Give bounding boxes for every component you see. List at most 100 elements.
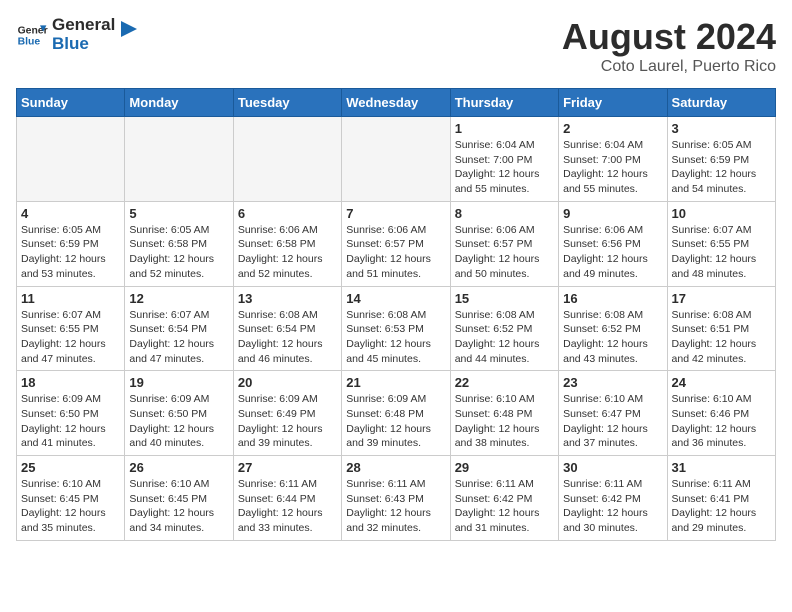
calendar-cell xyxy=(17,117,125,202)
day-number: 11 xyxy=(21,291,120,306)
calendar-cell: 31Sunrise: 6:11 AM Sunset: 6:41 PM Dayli… xyxy=(667,456,775,541)
day-info: Sunrise: 6:10 AM Sunset: 6:45 PM Dayligh… xyxy=(21,477,120,536)
calendar-cell xyxy=(125,117,233,202)
day-info: Sunrise: 6:11 AM Sunset: 6:41 PM Dayligh… xyxy=(672,477,771,536)
day-number: 13 xyxy=(238,291,337,306)
calendar-cell: 18 Sunrise: 6:09 AM Sunset: 6:50 PM Dayli… xyxy=(17,371,125,456)
calendar-cell: 20Sunrise: 6:09 AM Sunset: 6:49 PM Dayli… xyxy=(233,371,341,456)
weekday-header-row: SundayMondayTuesdayWednesdayThursdayFrid… xyxy=(17,89,776,117)
calendar-cell: 26 Sunrise: 6:10 AM Sunset: 6:45 PM Dayli… xyxy=(125,456,233,541)
calendar-cell xyxy=(233,117,341,202)
calendar-cell: 9 Sunrise: 6:06 AM Sunset: 6:56 PM Daylig… xyxy=(559,201,667,286)
day-number: 28 xyxy=(346,460,445,475)
day-number: 10 xyxy=(672,206,771,221)
day-number: 24 xyxy=(672,375,771,390)
calendar: SundayMondayTuesdayWednesdayThursdayFrid… xyxy=(16,88,776,541)
day-number: 9 xyxy=(563,206,662,221)
calendar-cell: 8 Sunrise: 6:06 AM Sunset: 6:57 PM Daylig… xyxy=(450,201,558,286)
calendar-cell: 22 Sunrise: 6:10 AM Sunset: 6:48 PM Dayli… xyxy=(450,371,558,456)
day-info: Sunrise: 6:09 AM Sunset: 6:49 PM Dayligh… xyxy=(238,392,337,451)
weekday-header-thursday: Thursday xyxy=(450,89,558,117)
month-year: August 2024 xyxy=(562,16,776,58)
day-number: 25 xyxy=(21,460,120,475)
day-info: Sunrise: 6:09 AM Sunset: 6:50 PM Dayligh… xyxy=(21,392,120,451)
day-info: Sunrise: 6:08 AM Sunset: 6:54 PM Dayligh… xyxy=(238,308,337,367)
calendar-cell: 21 Sunrise: 6:09 AM Sunset: 6:48 PM Dayli… xyxy=(342,371,450,456)
calendar-cell: 23Sunrise: 6:10 AM Sunset: 6:47 PM Dayli… xyxy=(559,371,667,456)
calendar-cell: 6Sunrise: 6:06 AM Sunset: 6:58 PM Daylig… xyxy=(233,201,341,286)
day-number: 21 xyxy=(346,375,445,390)
day-number: 1 xyxy=(455,121,554,136)
logo-flag-icon xyxy=(119,21,139,49)
logo: General Blue General Blue xyxy=(16,16,139,53)
calendar-cell: 15 Sunrise: 6:08 AM Sunset: 6:52 PM Dayli… xyxy=(450,286,558,371)
week-row-5: 25 Sunrise: 6:10 AM Sunset: 6:45 PM Dayli… xyxy=(17,456,776,541)
weekday-header-monday: Monday xyxy=(125,89,233,117)
calendar-cell: 4 Sunrise: 6:05 AM Sunset: 6:59 PM Daylig… xyxy=(17,201,125,286)
day-number: 23 xyxy=(563,375,662,390)
day-info: Sunrise: 6:05 AM Sunset: 6:58 PM Dayligh… xyxy=(129,223,228,282)
day-number: 17 xyxy=(672,291,771,306)
calendar-cell: 29 Sunrise: 6:11 AM Sunset: 6:42 PM Dayli… xyxy=(450,456,558,541)
calendar-cell: 16Sunrise: 6:08 AM Sunset: 6:52 PM Dayli… xyxy=(559,286,667,371)
day-number: 18 xyxy=(21,375,120,390)
day-info: Sunrise: 6:11 AM Sunset: 6:44 PM Dayligh… xyxy=(238,477,337,536)
weekday-header-wednesday: Wednesday xyxy=(342,89,450,117)
day-info: Sunrise: 6:06 AM Sunset: 6:58 PM Dayligh… xyxy=(238,223,337,282)
weekday-header-sunday: Sunday xyxy=(17,89,125,117)
day-info: Sunrise: 6:09 AM Sunset: 6:48 PM Dayligh… xyxy=(346,392,445,451)
calendar-cell: 3 Sunrise: 6:05 AM Sunset: 6:59 PM Daylig… xyxy=(667,117,775,202)
week-row-4: 18 Sunrise: 6:09 AM Sunset: 6:50 PM Dayli… xyxy=(17,371,776,456)
day-info: Sunrise: 6:10 AM Sunset: 6:48 PM Dayligh… xyxy=(455,392,554,451)
calendar-cell: 28 Sunrise: 6:11 AM Sunset: 6:43 PM Dayli… xyxy=(342,456,450,541)
day-number: 4 xyxy=(21,206,120,221)
header: General Blue General Blue August 2024 Co… xyxy=(16,16,776,76)
day-info: Sunrise: 6:09 AM Sunset: 6:50 PM Dayligh… xyxy=(129,392,228,451)
logo-blue: Blue xyxy=(52,35,115,54)
day-info: Sunrise: 6:11 AM Sunset: 6:43 PM Dayligh… xyxy=(346,477,445,536)
day-number: 3 xyxy=(672,121,771,136)
day-info: Sunrise: 6:10 AM Sunset: 6:45 PM Dayligh… xyxy=(129,477,228,536)
calendar-cell: 2Sunrise: 6:04 AM Sunset: 7:00 PM Daylig… xyxy=(559,117,667,202)
day-number: 27 xyxy=(238,460,337,475)
week-row-1: 1 Sunrise: 6:04 AM Sunset: 7:00 PM Daylig… xyxy=(17,117,776,202)
day-info: Sunrise: 6:05 AM Sunset: 6:59 PM Dayligh… xyxy=(21,223,120,282)
day-number: 30 xyxy=(563,460,662,475)
day-info: Sunrise: 6:06 AM Sunset: 6:56 PM Dayligh… xyxy=(563,223,662,282)
day-info: Sunrise: 6:07 AM Sunset: 6:55 PM Dayligh… xyxy=(672,223,771,282)
day-info: Sunrise: 6:04 AM Sunset: 7:00 PM Dayligh… xyxy=(455,138,554,197)
svg-text:Blue: Blue xyxy=(18,36,41,47)
day-number: 15 xyxy=(455,291,554,306)
day-number: 22 xyxy=(455,375,554,390)
calendar-cell: 27 Sunrise: 6:11 AM Sunset: 6:44 PM Dayli… xyxy=(233,456,341,541)
calendar-cell: 10 Sunrise: 6:07 AM Sunset: 6:55 PM Dayli… xyxy=(667,201,775,286)
calendar-cell: 17 Sunrise: 6:08 AM Sunset: 6:51 PM Dayli… xyxy=(667,286,775,371)
day-info: Sunrise: 6:05 AM Sunset: 6:59 PM Dayligh… xyxy=(672,138,771,197)
location: Coto Laurel, Puerto Rico xyxy=(562,58,776,76)
logo-general: General xyxy=(52,16,115,35)
day-number: 29 xyxy=(455,460,554,475)
week-row-3: 11 Sunrise: 6:07 AM Sunset: 6:55 PM Dayli… xyxy=(17,286,776,371)
calendar-cell: 25 Sunrise: 6:10 AM Sunset: 6:45 PM Dayli… xyxy=(17,456,125,541)
calendar-cell: 24Sunrise: 6:10 AM Sunset: 6:46 PM Dayli… xyxy=(667,371,775,456)
weekday-header-friday: Friday xyxy=(559,89,667,117)
calendar-cell: 7Sunrise: 6:06 AM Sunset: 6:57 PM Daylig… xyxy=(342,201,450,286)
calendar-cell: 5Sunrise: 6:05 AM Sunset: 6:58 PM Daylig… xyxy=(125,201,233,286)
title-area: August 2024 Coto Laurel, Puerto Rico xyxy=(562,16,776,76)
day-info: Sunrise: 6:11 AM Sunset: 6:42 PM Dayligh… xyxy=(563,477,662,536)
day-number: 8 xyxy=(455,206,554,221)
day-info: Sunrise: 6:07 AM Sunset: 6:55 PM Dayligh… xyxy=(21,308,120,367)
day-number: 7 xyxy=(346,206,445,221)
day-number: 26 xyxy=(129,460,228,475)
day-info: Sunrise: 6:08 AM Sunset: 6:53 PM Dayligh… xyxy=(346,308,445,367)
day-info: Sunrise: 6:06 AM Sunset: 6:57 PM Dayligh… xyxy=(455,223,554,282)
day-info: Sunrise: 6:11 AM Sunset: 6:42 PM Dayligh… xyxy=(455,477,554,536)
logo-icon: General Blue xyxy=(16,19,48,51)
calendar-cell: 1 Sunrise: 6:04 AM Sunset: 7:00 PM Daylig… xyxy=(450,117,558,202)
day-number: 19 xyxy=(129,375,228,390)
calendar-cell: 19 Sunrise: 6:09 AM Sunset: 6:50 PM Dayli… xyxy=(125,371,233,456)
day-info: Sunrise: 6:08 AM Sunset: 6:51 PM Dayligh… xyxy=(672,308,771,367)
weekday-header-tuesday: Tuesday xyxy=(233,89,341,117)
day-info: Sunrise: 6:08 AM Sunset: 6:52 PM Dayligh… xyxy=(455,308,554,367)
weekday-header-saturday: Saturday xyxy=(667,89,775,117)
